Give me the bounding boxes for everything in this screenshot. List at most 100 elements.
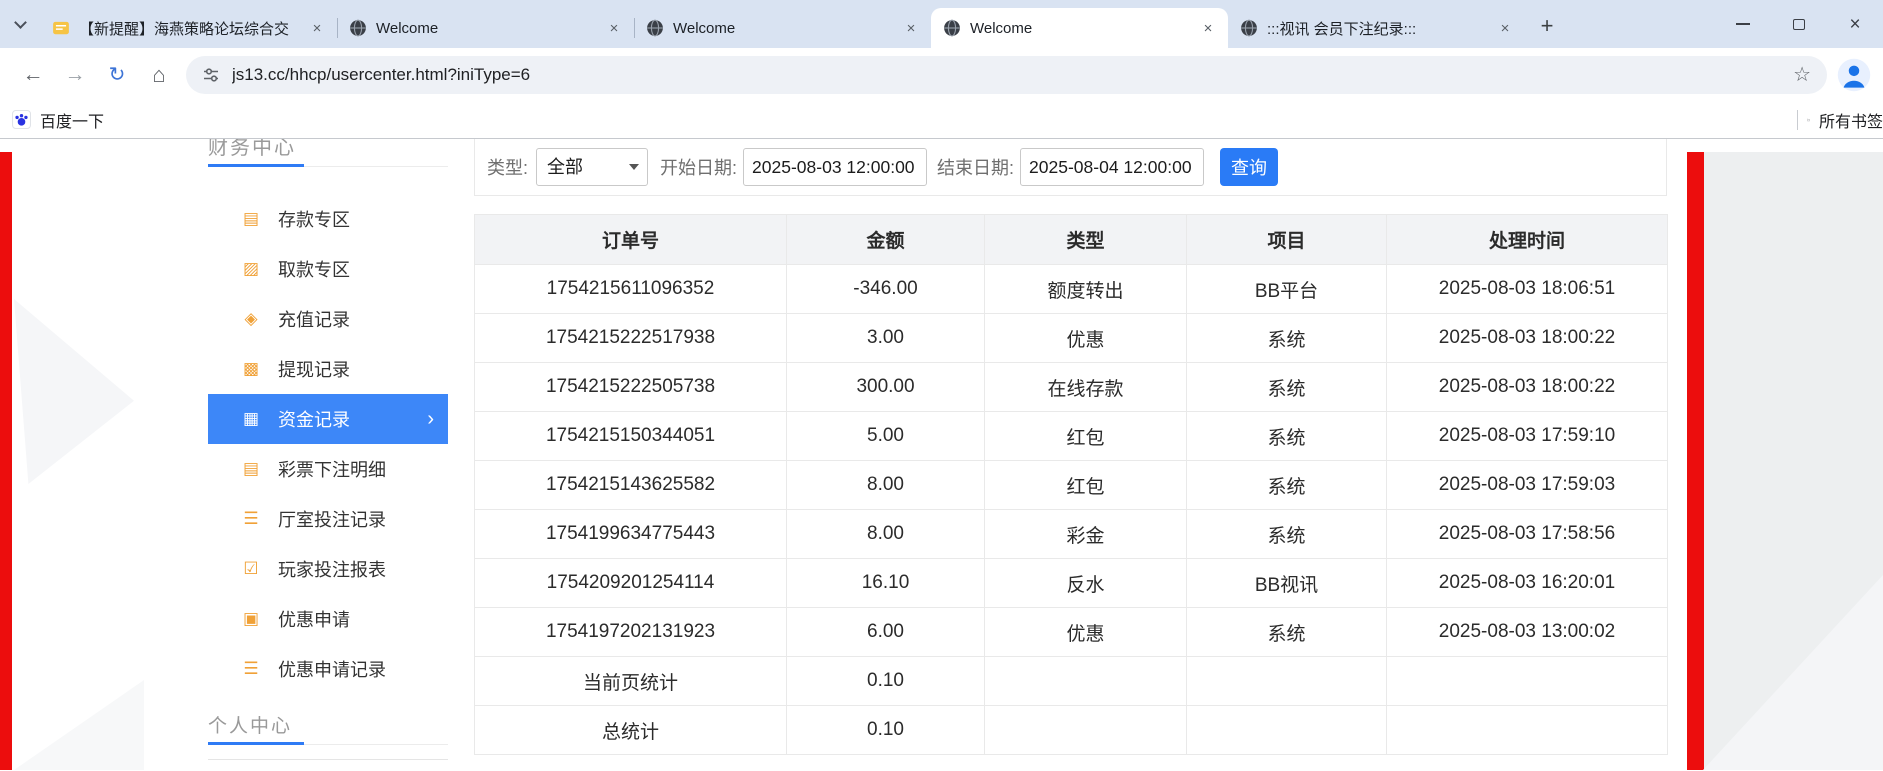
- type-select: 全部: [536, 148, 648, 186]
- sidebar-item-lottery-bet-detail[interactable]: ▤ 彩票下注明细: [208, 444, 448, 494]
- sidebar-item-player-bet-report[interactable]: ☑ 玩家投注报表: [208, 544, 448, 594]
- decorative-triangle: [1703, 575, 1883, 770]
- tab-title: :::视讯 会员下注纪录:::: [1267, 18, 1486, 39]
- reload-button[interactable]: ↻: [96, 54, 138, 96]
- cell-project: 系统: [1187, 314, 1387, 363]
- right-gray-background: [1704, 152, 1883, 770]
- sidebar-bottom-divider: [208, 759, 448, 760]
- minimize-button[interactable]: [1715, 0, 1771, 48]
- cell-amount: -346.00: [787, 265, 985, 314]
- url-text[interactable]: js13.cc/hhcp/usercenter.html?iniType=6: [232, 65, 1793, 85]
- tab-title: Welcome: [376, 20, 595, 37]
- promo-apply-icon: ▣: [240, 609, 262, 629]
- globe-favicon: [646, 19, 664, 37]
- back-button[interactable]: ←: [12, 54, 54, 96]
- cell-order-id: 1754215150344051: [475, 412, 787, 461]
- sidebar-item-promo-apply[interactable]: ▣ 优惠申请: [208, 594, 448, 644]
- address-bar[interactable]: js13.cc/hhcp/usercenter.html?iniType=6 ☆: [186, 56, 1827, 94]
- header-type: 类型: [985, 215, 1187, 265]
- tab-welcome-2[interactable]: Welcome ×: [634, 8, 931, 48]
- header-amount: 金额: [787, 215, 985, 265]
- cell-amount: 3.00: [787, 314, 985, 363]
- sidebar-item-withdrawal-record[interactable]: ▩ 提现记录: [208, 344, 448, 394]
- tab-video-records[interactable]: :::视讯 会员下注纪录::: ×: [1228, 8, 1525, 48]
- hall-bet-record-icon: ☰: [240, 509, 262, 529]
- sidebar-item-funds-record[interactable]: ▦ 资金记录 ›: [208, 394, 448, 444]
- close-icon[interactable]: ×: [1198, 18, 1218, 38]
- maximize-button[interactable]: [1771, 0, 1827, 48]
- sidebar-item-recharge-record[interactable]: ◈ 充值记录: [208, 294, 448, 344]
- query-button[interactable]: 查询: [1220, 148, 1278, 186]
- sidebar-item-label: 充值记录: [278, 306, 350, 332]
- active-underline: [208, 742, 304, 745]
- sidebar-item-label: 资金记录: [278, 406, 350, 432]
- cell-type: 额度转出: [985, 265, 1187, 314]
- page-viewport: 财务中心 ▤ 存款专区 ▨ 取款专区 ◈ 充值记录 ▩ 提现记录 ▦ 资金记录: [0, 139, 1883, 770]
- site-settings-tune-icon[interactable]: [202, 66, 220, 84]
- close-icon[interactable]: ×: [1495, 18, 1515, 38]
- records-table: 订单号 金额 类型 项目 处理时间 1754215611096352 -346.…: [474, 214, 1668, 755]
- cell-type: 红包: [985, 412, 1187, 461]
- summary-row-total: 总统计 0.10: [475, 706, 1668, 755]
- table-header-row: 订单号 金额 类型 项目 处理时间: [475, 215, 1668, 265]
- cell-order-id: 1754215611096352: [475, 265, 787, 314]
- cell-order-id: 1754197202131923: [475, 608, 787, 657]
- sidebar-item-promo-apply-record[interactable]: ☰ 优惠申请记录: [208, 644, 448, 694]
- forward-button[interactable]: →: [54, 54, 96, 96]
- type-label: 类型:: [487, 154, 528, 180]
- main-content: 类型: 全部 开始日期: 结束日期: 查询 订单号 金额 类型: [474, 139, 1667, 755]
- empty-cell: [1187, 657, 1387, 706]
- bookmark-star-icon[interactable]: ☆: [1793, 62, 1811, 87]
- maximize-icon: [1793, 19, 1805, 30]
- browser-toolbar: ← → ↻ ⌂ js13.cc/hhcp/usercenter.html?ini…: [0, 48, 1883, 101]
- tab-strip: 【新提醒】海燕策略论坛综合交 × Welcome × Welcome × Wel…: [0, 0, 1883, 48]
- baidu-favicon: [12, 110, 31, 129]
- bookmarks-bar: 百度一下 所有书签: [0, 101, 1883, 139]
- tab-welcome-active[interactable]: Welcome ×: [931, 8, 1228, 48]
- tab-forum[interactable]: 【新提醒】海燕策略论坛综合交 ×: [40, 8, 337, 48]
- chevron-right-icon: ›: [427, 409, 434, 429]
- right-red-stripe: [1687, 152, 1704, 770]
- close-icon[interactable]: ×: [901, 18, 921, 38]
- close-icon: ×: [1849, 15, 1860, 34]
- table-row: 1754209201254114 16.10 反水 BB视讯 2025-08-0…: [475, 559, 1668, 608]
- close-icon[interactable]: ×: [604, 18, 624, 38]
- cell-amount: 300.00: [787, 363, 985, 412]
- sidebar-item-label: 厅室投注记录: [278, 506, 386, 532]
- tab-welcome-1[interactable]: Welcome ×: [337, 8, 634, 48]
- profile-avatar[interactable]: [1837, 58, 1871, 92]
- sidebar-item-withdraw[interactable]: ▨ 取款专区: [208, 244, 448, 294]
- cell-time: 2025-08-03 17:58:56: [1387, 510, 1668, 559]
- bookmarks-divider: [1797, 110, 1798, 130]
- cell-type: 彩金: [985, 510, 1187, 559]
- sidebar-item-label: 优惠申请记录: [278, 656, 386, 682]
- bookmark-baidu[interactable]: 百度一下: [12, 108, 104, 132]
- new-tab-button[interactable]: +: [1529, 8, 1565, 44]
- end-date-input[interactable]: [1020, 148, 1204, 186]
- start-date-input[interactable]: [743, 148, 927, 186]
- type-select-control[interactable]: 全部: [536, 148, 648, 186]
- cell-amount: 8.00: [787, 461, 985, 510]
- start-date-label: 开始日期:: [660, 154, 737, 180]
- cell-project: 系统: [1187, 412, 1387, 461]
- sidebar-item-hall-bet-record[interactable]: ☰ 厅室投注记录: [208, 494, 448, 544]
- cell-order-id: 1754199634775443: [475, 510, 787, 559]
- table-row: 1754215222517938 3.00 优惠 系统 2025-08-03 1…: [475, 314, 1668, 363]
- cell-amount: 8.00: [787, 510, 985, 559]
- sidebar-item-deposit[interactable]: ▤ 存款专区: [208, 194, 448, 244]
- cell-amount: 5.00: [787, 412, 985, 461]
- sidebar-item-label: 优惠申请: [278, 606, 350, 632]
- folder-icon: [1807, 112, 1810, 128]
- header-order-id: 订单号: [475, 215, 787, 265]
- tab-title: Welcome: [673, 20, 892, 37]
- filter-bar: 类型: 全部 开始日期: 结束日期: 查询: [474, 139, 1667, 196]
- sidebar-item-label: 取款专区: [278, 256, 350, 282]
- all-bookmarks[interactable]: 所有书签: [1783, 101, 1883, 138]
- home-button[interactable]: ⌂: [138, 54, 180, 96]
- cell-order-id: 1754215143625582: [475, 461, 787, 510]
- cell-project: 系统: [1187, 461, 1387, 510]
- close-window-button[interactable]: ×: [1827, 0, 1883, 48]
- tab-search-button[interactable]: [0, 0, 40, 48]
- close-icon[interactable]: ×: [307, 18, 327, 38]
- lottery-bet-detail-icon: ▤: [240, 459, 262, 479]
